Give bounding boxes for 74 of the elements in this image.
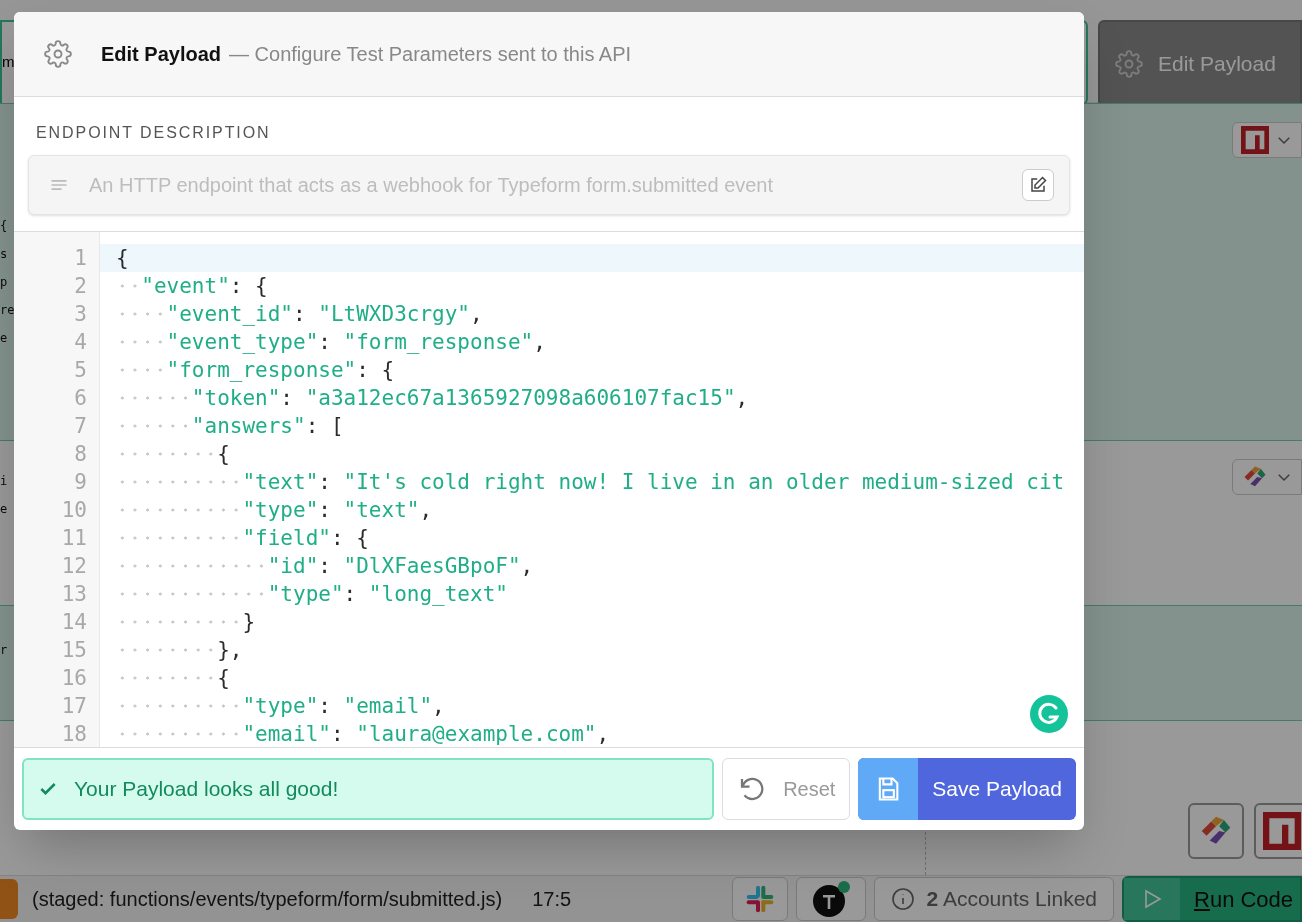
code-fragment: i xyxy=(0,473,8,489)
line-number: 11 xyxy=(61,525,87,552)
code-line: "token": "a3a12ec67a1365927098a606107fac15", xyxy=(191,385,749,412)
line-number: 10 xyxy=(61,497,87,524)
code-line: "event_type": "form_response", xyxy=(166,329,546,356)
code-line: "id": "DlXFaesGBpoF", xyxy=(267,553,534,580)
code-fragment: p xyxy=(0,274,8,290)
square-logo-icon xyxy=(1263,812,1301,850)
account-button[interactable] xyxy=(795,877,866,921)
integration-dropdown[interactable] xyxy=(1232,459,1302,495)
line-number: 7 xyxy=(74,413,87,440)
settings-icon xyxy=(43,40,72,68)
line-number: 2 xyxy=(74,273,87,300)
line-number: 15 xyxy=(61,637,87,664)
staged-file-label: (staged: functions/events/typeform/form/submitted.js) xyxy=(32,887,503,912)
edit-button[interactable] xyxy=(1022,169,1054,201)
code-line: { xyxy=(116,245,129,272)
code-fragment: s xyxy=(0,246,8,262)
accounts-linked-button[interactable]: 2 Accounts Linked xyxy=(873,877,1114,921)
status-marker xyxy=(0,879,18,919)
integration-dropdown[interactable] xyxy=(1232,122,1302,158)
pencil-square-icon xyxy=(1029,176,1047,194)
code-line: } xyxy=(242,609,256,636)
description-text: An HTTP endpoint that acts as a webhook for Typeform form.submitted event xyxy=(89,173,774,198)
code-line: "type": "text", xyxy=(242,497,433,524)
cursor-position: 17:5 xyxy=(532,887,572,912)
line-number: 12 xyxy=(61,553,87,580)
code-line: "text": "It's cold right now! I live in an older medium-sized cit xyxy=(242,469,1065,496)
code-fragment: e xyxy=(0,330,8,346)
code-fragment: { xyxy=(0,218,8,234)
square-logo-icon xyxy=(1241,126,1269,154)
settings-icon xyxy=(1115,49,1143,78)
section-label: ENDPOINT DESCRIPTION xyxy=(35,123,271,143)
integration-button[interactable] xyxy=(1254,803,1302,859)
code-line: }, xyxy=(217,637,243,664)
line-number: 9 xyxy=(74,469,87,496)
code-line: { xyxy=(217,665,230,692)
line-number: 16 xyxy=(61,665,87,692)
chat-app-button[interactable] xyxy=(731,877,788,921)
field-text-fragment: m xyxy=(2,52,15,73)
code-fragment: re xyxy=(0,302,15,318)
description-field[interactable]: An HTTP endpoint that acts as a webhook for Typeform form.submitted event xyxy=(28,155,1070,215)
save-payload-button[interactable]: Save Payload xyxy=(858,758,1076,820)
code-line: "answers": [ xyxy=(191,413,344,440)
integration-button[interactable] xyxy=(1188,803,1244,859)
line-number: 3 xyxy=(74,301,87,328)
line-number: 18 xyxy=(61,721,87,747)
code-line: "type": "email", xyxy=(242,693,445,720)
line-number: 1 xyxy=(74,245,87,272)
code-line: { xyxy=(217,441,230,468)
code-line: "email": "laura@example.com", xyxy=(242,721,610,747)
circle-badge-icon xyxy=(1030,695,1068,733)
line-number: 8 xyxy=(74,441,87,468)
line-number: 5 xyxy=(74,357,87,384)
success-message: Your Payload looks all good! xyxy=(22,758,715,820)
code-line: "event_id": "LtWXD3crgy", xyxy=(166,301,483,328)
code-line: "type": "long_text" xyxy=(267,581,508,608)
line-number: 4 xyxy=(74,329,87,356)
run-code-button[interactable]: Run Code xyxy=(1122,876,1302,922)
reset-button[interactable]: Reset xyxy=(722,758,851,820)
info-icon xyxy=(890,887,915,911)
dialog-subtitle: — Configure Test Parameters sent to this API xyxy=(229,42,632,67)
code-fragment: e xyxy=(0,501,8,517)
dialog-title: Edit Payload xyxy=(101,42,222,67)
code-line: "field": { xyxy=(242,525,369,552)
code-editor[interactable] xyxy=(14,232,1084,747)
line-number: 13 xyxy=(61,581,87,608)
code-fragment: r xyxy=(0,642,8,658)
code-line: "form_response": { xyxy=(166,357,395,384)
line-number: 14 xyxy=(61,609,87,636)
avatar-icon xyxy=(810,879,851,919)
code-line: "event": { xyxy=(141,273,268,300)
line-number: 6 xyxy=(74,385,87,412)
line-number: 17 xyxy=(61,693,87,720)
